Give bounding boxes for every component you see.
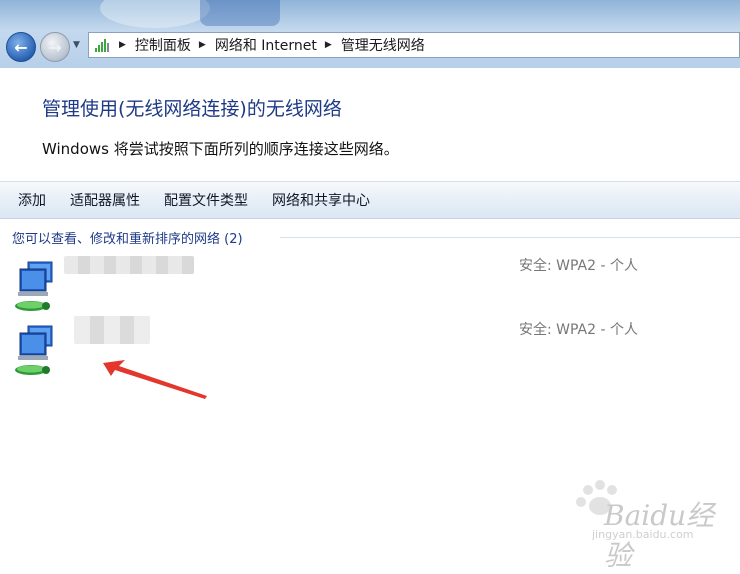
watermark-url: jingyan.baidu.com <box>592 528 694 541</box>
red-arrow-icon <box>103 360 207 399</box>
chevron-right-icon: ▶ <box>198 40 206 50</box>
titlebar-glow <box>100 0 210 28</box>
profile-types-button[interactable]: 配置文件类型 <box>152 190 260 210</box>
chevron-right-icon: ▶ <box>324 40 332 50</box>
breadcrumb-manage-wireless[interactable]: 管理无线网络 <box>341 35 425 55</box>
back-button[interactable]: ← <box>6 32 36 62</box>
command-toolbar: 添加 适配器属性 配置文件类型 网络和共享中心 <box>0 181 740 219</box>
titlebar-glow <box>200 0 280 26</box>
security-label: 安全: WPA2 - 个人 <box>519 258 638 274</box>
list-item[interactable]: 安全: WPA2 - 个人 <box>0 252 740 312</box>
chevron-down-icon: ▼ <box>73 40 80 50</box>
add-button[interactable]: 添加 <box>0 190 58 210</box>
network-name-redacted <box>64 256 194 274</box>
forward-button[interactable]: → <box>40 32 70 62</box>
group-header: 您可以查看、修改和重新排序的网络 (2) <box>12 232 243 247</box>
wireless-network-pc-icon <box>15 325 53 375</box>
breadcrumb-network-internet[interactable]: 网络和 Internet <box>215 35 317 55</box>
arrow-left-icon: ← <box>14 37 28 57</box>
group-divider <box>280 237 740 238</box>
adapter-properties-button[interactable]: 适配器属性 <box>58 190 152 210</box>
breadcrumb-control-panel[interactable]: 控制面板 <box>135 35 191 55</box>
network-signal-icon <box>95 38 111 52</box>
page-title: 管理使用(无线网络连接)的无线网络 <box>42 98 342 120</box>
history-dropdown-button[interactable]: ▼ <box>73 40 80 50</box>
network-name-redacted <box>74 316 150 344</box>
address-bar[interactable]: ▶ 控制面板 ▶ 网络和 Internet ▶ 管理无线网络 <box>88 32 740 58</box>
arrow-right-icon: → <box>48 37 62 57</box>
network-sharing-center-button[interactable]: 网络和共享中心 <box>260 190 382 210</box>
security-label: 安全: WPA2 - 个人 <box>519 322 638 338</box>
page-description: Windows 将尝试按照下面所列的顺序连接这些网络。 <box>42 140 399 158</box>
chevron-right-icon: ▶ <box>119 40 126 50</box>
wireless-network-pc-icon <box>15 261 53 311</box>
